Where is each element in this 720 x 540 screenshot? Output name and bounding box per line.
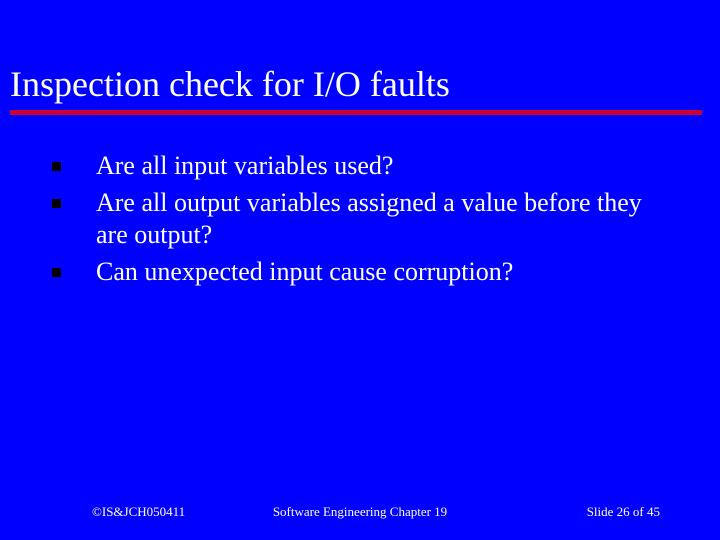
bullet-item: Can unexpected input cause corruption?: [48, 256, 680, 289]
footer-left: ©IS&JCH050411: [92, 504, 185, 520]
title-underline: [10, 110, 702, 115]
footer-center: Software Engineering Chapter 19: [273, 504, 447, 520]
body-area: Are all input variables used? Are all ou…: [48, 150, 680, 292]
slide: Inspection check for I/O faults Are all …: [0, 0, 720, 540]
footer-right: Slide 26 of 45: [587, 504, 660, 520]
footer: ©IS&JCH050411 Software Engineering Chapt…: [0, 504, 720, 520]
bullet-item: Are all input variables used?: [48, 150, 680, 183]
bullet-item: Are all output variables assigned a valu…: [48, 187, 680, 252]
bullet-list: Are all input variables used? Are all ou…: [48, 150, 680, 288]
slide-title: Inspection check for I/O faults: [10, 66, 702, 104]
title-area: Inspection check for I/O faults: [10, 66, 702, 115]
